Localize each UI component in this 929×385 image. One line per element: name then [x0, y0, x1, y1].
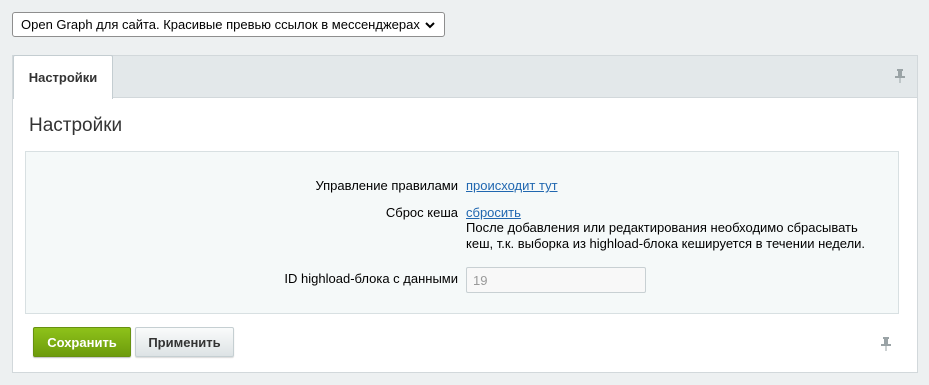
- pin-icon[interactable]: [893, 68, 907, 84]
- settings-area: Управление правилами происходит тут Сбро…: [25, 151, 899, 314]
- cache-label: Сброс кеша: [385, 205, 458, 220]
- rules-link[interactable]: происходит тут: [466, 178, 558, 193]
- pin-icon[interactable]: [879, 336, 893, 352]
- module-select[interactable]: Open Graph для сайта. Красивые превью сс…: [12, 12, 445, 37]
- save-button[interactable]: Сохранить: [33, 327, 131, 357]
- cache-hint: После добавления или редактирования необ…: [466, 220, 866, 251]
- hlblock-id-input[interactable]: 19: [466, 267, 646, 293]
- settings-panel: Настройки Управление правилами происходи…: [12, 97, 918, 373]
- rules-label: Управление правилами: [315, 178, 458, 193]
- module-select-value: Open Graph для сайта. Красивые превью сс…: [21, 17, 420, 32]
- hlblock-label: ID highload-блока с данными: [284, 271, 458, 286]
- tab-settings[interactable]: Настройки: [13, 55, 113, 99]
- cache-reset-link[interactable]: сбросить: [466, 205, 521, 220]
- panel-title: Настройки: [29, 115, 123, 136]
- apply-button[interactable]: Применить: [135, 327, 234, 357]
- tab-strip: Настройки: [12, 55, 918, 99]
- hlblock-id-value: 19: [473, 272, 488, 288]
- tab-settings-label: Настройки: [28, 70, 98, 85]
- chevron-down-icon: [425, 21, 435, 28]
